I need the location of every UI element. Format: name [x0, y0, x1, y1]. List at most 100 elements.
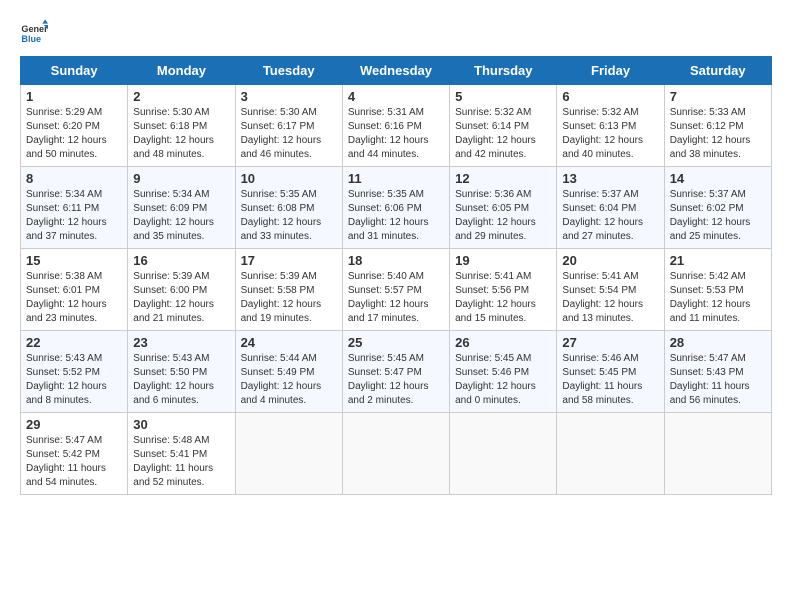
- day-number: 1: [26, 89, 122, 104]
- calendar-cell: 1 Sunrise: 5:29 AMSunset: 6:20 PMDayligh…: [21, 85, 128, 167]
- calendar-cell: 5 Sunrise: 5:32 AMSunset: 6:14 PMDayligh…: [450, 85, 557, 167]
- calendar-cell: 20 Sunrise: 5:41 AMSunset: 5:54 PMDaylig…: [557, 249, 664, 331]
- day-info: Sunrise: 5:42 AMSunset: 5:53 PMDaylight:…: [670, 270, 766, 326]
- logo: General Blue: [20, 18, 52, 46]
- day-info: Sunrise: 5:47 AMSunset: 5:43 PMDaylight:…: [670, 352, 766, 408]
- calendar-cell: 11 Sunrise: 5:35 AMSunset: 6:06 PMDaylig…: [342, 167, 449, 249]
- calendar-cell: [450, 413, 557, 495]
- calendar-cell: 8 Sunrise: 5:34 AMSunset: 6:11 PMDayligh…: [21, 167, 128, 249]
- day-number: 7: [670, 89, 766, 104]
- day-info: Sunrise: 5:47 AMSunset: 5:42 PMDaylight:…: [26, 434, 122, 490]
- calendar-cell: 15 Sunrise: 5:38 AMSunset: 6:01 PMDaylig…: [21, 249, 128, 331]
- header-thursday: Thursday: [450, 57, 557, 85]
- day-number: 11: [348, 171, 444, 186]
- day-info: Sunrise: 5:30 AMSunset: 6:17 PMDaylight:…: [241, 106, 337, 162]
- calendar-cell: 16 Sunrise: 5:39 AMSunset: 6:00 PMDaylig…: [128, 249, 235, 331]
- calendar-week-1: 1 Sunrise: 5:29 AMSunset: 6:20 PMDayligh…: [21, 85, 772, 167]
- calendar-cell: 26 Sunrise: 5:45 AMSunset: 5:46 PMDaylig…: [450, 331, 557, 413]
- calendar-week-3: 15 Sunrise: 5:38 AMSunset: 6:01 PMDaylig…: [21, 249, 772, 331]
- calendar-cell: 28 Sunrise: 5:47 AMSunset: 5:43 PMDaylig…: [664, 331, 771, 413]
- header-sunday: Sunday: [21, 57, 128, 85]
- day-number: 16: [133, 253, 229, 268]
- day-info: Sunrise: 5:48 AMSunset: 5:41 PMDaylight:…: [133, 434, 229, 490]
- day-info: Sunrise: 5:40 AMSunset: 5:57 PMDaylight:…: [348, 270, 444, 326]
- calendar-cell: 21 Sunrise: 5:42 AMSunset: 5:53 PMDaylig…: [664, 249, 771, 331]
- day-number: 18: [348, 253, 444, 268]
- day-number: 5: [455, 89, 551, 104]
- header-wednesday: Wednesday: [342, 57, 449, 85]
- calendar-cell: 4 Sunrise: 5:31 AMSunset: 6:16 PMDayligh…: [342, 85, 449, 167]
- logo-icon: General Blue: [20, 18, 48, 46]
- calendar-cell: 29 Sunrise: 5:47 AMSunset: 5:42 PMDaylig…: [21, 413, 128, 495]
- day-number: 17: [241, 253, 337, 268]
- day-info: Sunrise: 5:39 AMSunset: 6:00 PMDaylight:…: [133, 270, 229, 326]
- calendar-cell: [235, 413, 342, 495]
- calendar-cell: 30 Sunrise: 5:48 AMSunset: 5:41 PMDaylig…: [128, 413, 235, 495]
- day-info: Sunrise: 5:41 AMSunset: 5:56 PMDaylight:…: [455, 270, 551, 326]
- day-number: 15: [26, 253, 122, 268]
- calendar-cell: 6 Sunrise: 5:32 AMSunset: 6:13 PMDayligh…: [557, 85, 664, 167]
- day-info: Sunrise: 5:29 AMSunset: 6:20 PMDaylight:…: [26, 106, 122, 162]
- day-info: Sunrise: 5:43 AMSunset: 5:50 PMDaylight:…: [133, 352, 229, 408]
- day-info: Sunrise: 5:36 AMSunset: 6:05 PMDaylight:…: [455, 188, 551, 244]
- day-number: 12: [455, 171, 551, 186]
- day-info: Sunrise: 5:34 AMSunset: 6:09 PMDaylight:…: [133, 188, 229, 244]
- day-info: Sunrise: 5:35 AMSunset: 6:08 PMDaylight:…: [241, 188, 337, 244]
- day-number: 6: [562, 89, 658, 104]
- page-header: General Blue: [20, 18, 772, 46]
- calendar-cell: 12 Sunrise: 5:36 AMSunset: 6:05 PMDaylig…: [450, 167, 557, 249]
- calendar-cell: 25 Sunrise: 5:45 AMSunset: 5:47 PMDaylig…: [342, 331, 449, 413]
- calendar-cell: [557, 413, 664, 495]
- header-tuesday: Tuesday: [235, 57, 342, 85]
- day-number: 13: [562, 171, 658, 186]
- calendar-cell: 22 Sunrise: 5:43 AMSunset: 5:52 PMDaylig…: [21, 331, 128, 413]
- day-number: 9: [133, 171, 229, 186]
- svg-text:General: General: [21, 24, 48, 34]
- day-number: 10: [241, 171, 337, 186]
- day-info: Sunrise: 5:37 AMSunset: 6:04 PMDaylight:…: [562, 188, 658, 244]
- day-number: 29: [26, 417, 122, 432]
- day-info: Sunrise: 5:33 AMSunset: 6:12 PMDaylight:…: [670, 106, 766, 162]
- calendar-cell: 9 Sunrise: 5:34 AMSunset: 6:09 PMDayligh…: [128, 167, 235, 249]
- day-info: Sunrise: 5:32 AMSunset: 6:13 PMDaylight:…: [562, 106, 658, 162]
- day-number: 30: [133, 417, 229, 432]
- day-info: Sunrise: 5:44 AMSunset: 5:49 PMDaylight:…: [241, 352, 337, 408]
- calendar-cell: 18 Sunrise: 5:40 AMSunset: 5:57 PMDaylig…: [342, 249, 449, 331]
- calendar-header-row: SundayMondayTuesdayWednesdayThursdayFrid…: [21, 57, 772, 85]
- day-info: Sunrise: 5:34 AMSunset: 6:11 PMDaylight:…: [26, 188, 122, 244]
- svg-text:Blue: Blue: [21, 34, 41, 44]
- day-info: Sunrise: 5:32 AMSunset: 6:14 PMDaylight:…: [455, 106, 551, 162]
- day-number: 14: [670, 171, 766, 186]
- day-number: 20: [562, 253, 658, 268]
- day-info: Sunrise: 5:31 AMSunset: 6:16 PMDaylight:…: [348, 106, 444, 162]
- day-info: Sunrise: 5:45 AMSunset: 5:46 PMDaylight:…: [455, 352, 551, 408]
- day-number: 23: [133, 335, 229, 350]
- calendar-cell: 17 Sunrise: 5:39 AMSunset: 5:58 PMDaylig…: [235, 249, 342, 331]
- calendar-cell: 23 Sunrise: 5:43 AMSunset: 5:50 PMDaylig…: [128, 331, 235, 413]
- calendar-cell: 10 Sunrise: 5:35 AMSunset: 6:08 PMDaylig…: [235, 167, 342, 249]
- day-info: Sunrise: 5:46 AMSunset: 5:45 PMDaylight:…: [562, 352, 658, 408]
- calendar-cell: [342, 413, 449, 495]
- day-info: Sunrise: 5:30 AMSunset: 6:18 PMDaylight:…: [133, 106, 229, 162]
- day-number: 19: [455, 253, 551, 268]
- calendar-week-5: 29 Sunrise: 5:47 AMSunset: 5:42 PMDaylig…: [21, 413, 772, 495]
- day-info: Sunrise: 5:35 AMSunset: 6:06 PMDaylight:…: [348, 188, 444, 244]
- calendar-cell: 19 Sunrise: 5:41 AMSunset: 5:56 PMDaylig…: [450, 249, 557, 331]
- calendar-cell: 27 Sunrise: 5:46 AMSunset: 5:45 PMDaylig…: [557, 331, 664, 413]
- header-friday: Friday: [557, 57, 664, 85]
- day-number: 4: [348, 89, 444, 104]
- day-number: 24: [241, 335, 337, 350]
- day-number: 22: [26, 335, 122, 350]
- day-number: 26: [455, 335, 551, 350]
- day-number: 21: [670, 253, 766, 268]
- day-number: 8: [26, 171, 122, 186]
- day-info: Sunrise: 5:41 AMSunset: 5:54 PMDaylight:…: [562, 270, 658, 326]
- header-saturday: Saturday: [664, 57, 771, 85]
- day-number: 28: [670, 335, 766, 350]
- calendar-cell: 13 Sunrise: 5:37 AMSunset: 6:04 PMDaylig…: [557, 167, 664, 249]
- day-number: 2: [133, 89, 229, 104]
- calendar-cell: 7 Sunrise: 5:33 AMSunset: 6:12 PMDayligh…: [664, 85, 771, 167]
- calendar-week-4: 22 Sunrise: 5:43 AMSunset: 5:52 PMDaylig…: [21, 331, 772, 413]
- day-info: Sunrise: 5:43 AMSunset: 5:52 PMDaylight:…: [26, 352, 122, 408]
- calendar-table: SundayMondayTuesdayWednesdayThursdayFrid…: [20, 56, 772, 495]
